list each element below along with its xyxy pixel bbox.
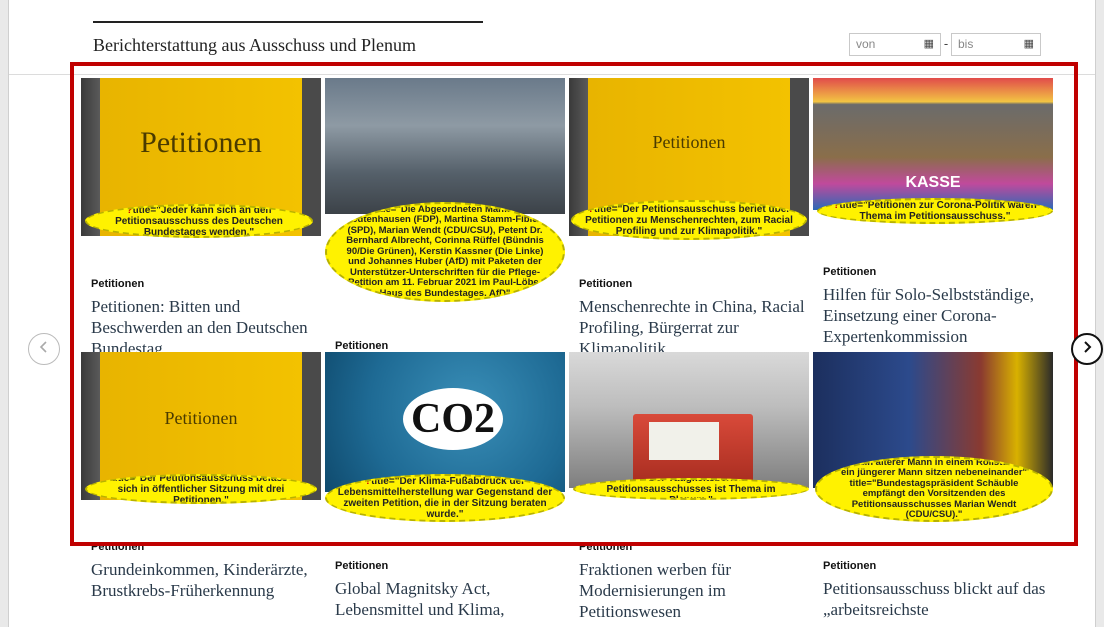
highlight-frame bbox=[70, 62, 1078, 546]
page: Berichterstattung aus Ausschuss und Plen… bbox=[8, 0, 1096, 627]
date-from-input[interactable]: von ▦ bbox=[849, 33, 941, 56]
date-to-input[interactable]: bis ▦ bbox=[951, 33, 1041, 56]
tile-title[interactable]: Grundeinkommen, Kinderärzte, Brustkrebs-… bbox=[91, 559, 319, 601]
carousel-prev-button[interactable] bbox=[28, 333, 60, 365]
tile-kicker: Petitionen bbox=[335, 560, 389, 572]
tile-title[interactable]: Global Magnitsky Act, Lebensmittel und K… bbox=[335, 578, 563, 620]
tile-kicker: Petitionen bbox=[823, 560, 877, 572]
calendar-icon[interactable]: ▦ bbox=[1024, 37, 1034, 50]
tile-title[interactable]: Fraktionen werben für Modernisierungen i… bbox=[579, 559, 807, 622]
chevron-left-icon bbox=[37, 340, 51, 359]
tile-title[interactable]: Petitionsausschuss blickt auf das „arbei… bbox=[823, 578, 1051, 620]
carousel-next-button[interactable] bbox=[1071, 333, 1103, 365]
date-from-placeholder: von bbox=[856, 37, 876, 51]
header-rule bbox=[93, 21, 483, 23]
date-to-placeholder: bis bbox=[958, 37, 974, 51]
section-title: Berichterstattung aus Ausschuss und Plen… bbox=[93, 35, 416, 55]
date-separator: - bbox=[943, 36, 949, 51]
calendar-icon[interactable]: ▦ bbox=[924, 37, 934, 50]
chevron-right-icon bbox=[1080, 340, 1094, 359]
